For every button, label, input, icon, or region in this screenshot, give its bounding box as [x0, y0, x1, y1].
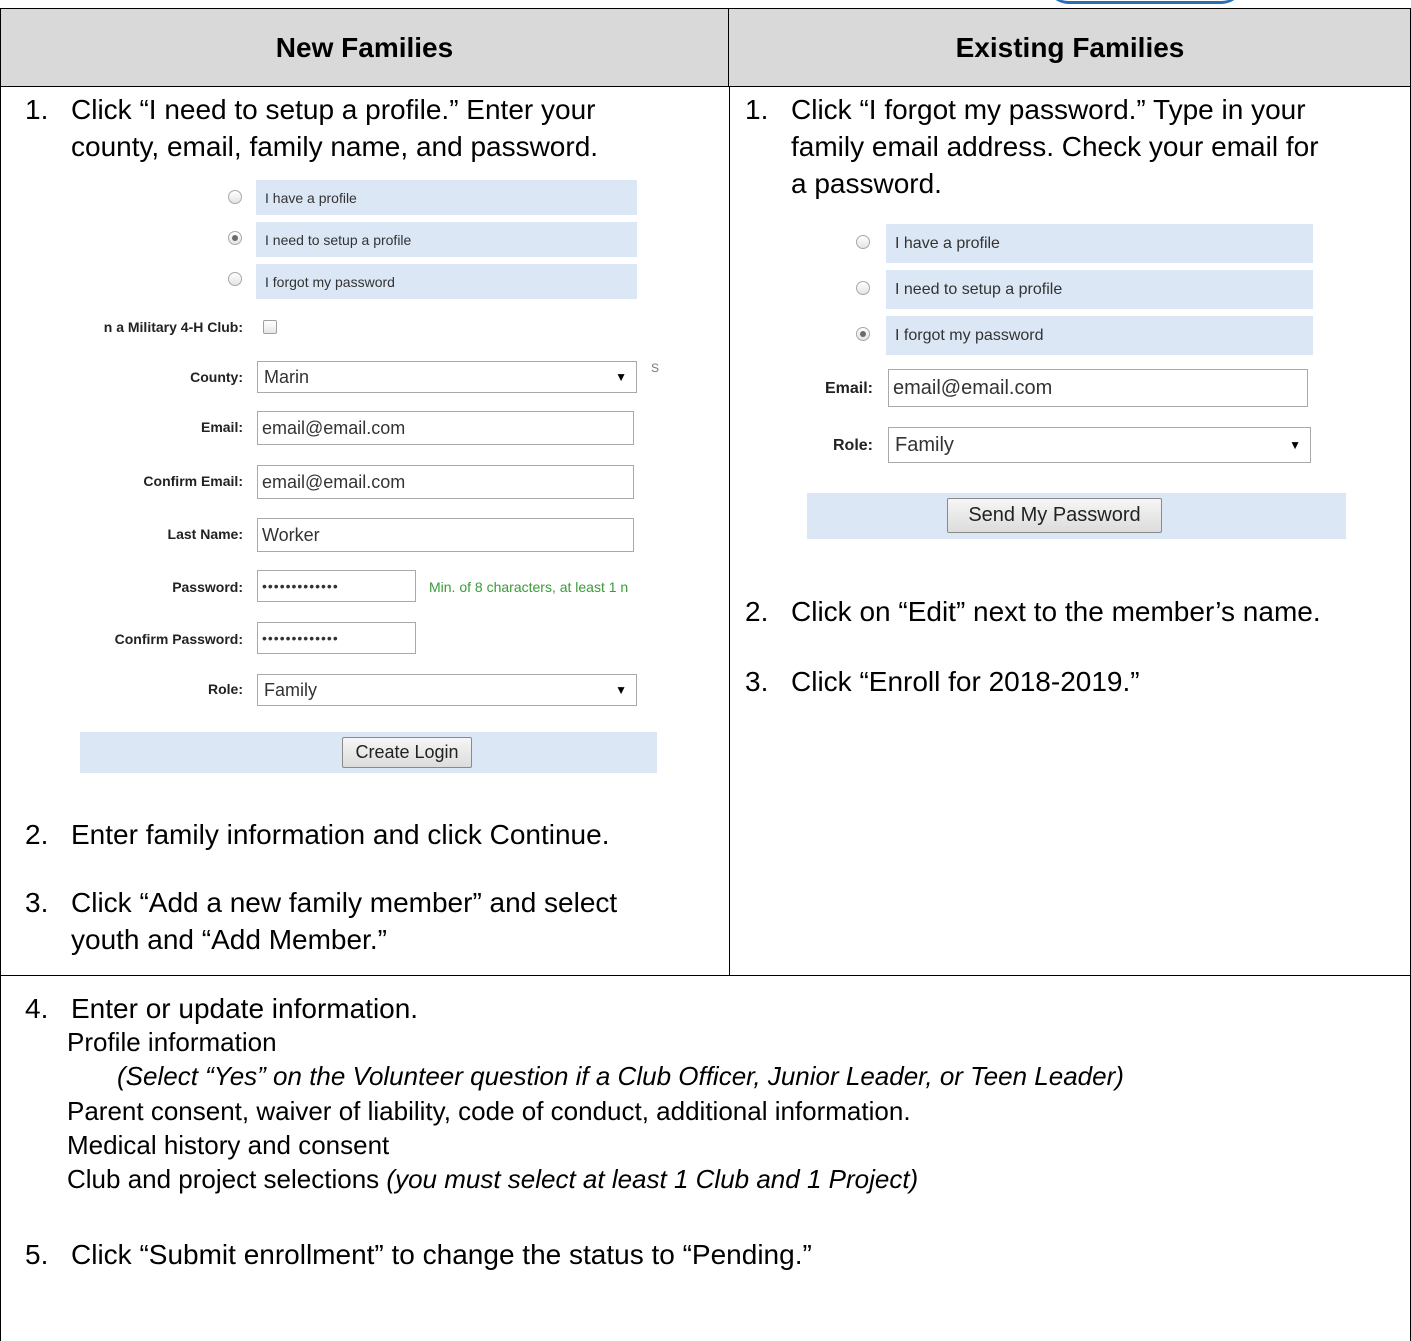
step-text: Click “Submit enrollment” to change the … [71, 1239, 812, 1270]
step-text: Click “I need to setup a profile.” Enter… [71, 91, 598, 165]
option-have-profile[interactable]: I have a profile [886, 224, 1313, 263]
step-number: 2. [745, 596, 769, 627]
role-label: Role: [833, 437, 873, 454]
password-field[interactable]: ••••••••••••• [257, 570, 416, 602]
step-text: Click “Add a new family member” and sele… [71, 884, 617, 958]
step-text: Click “I forgot my password.” Type in yo… [791, 91, 1319, 202]
step-number: 1. [25, 94, 49, 125]
military-club-checkbox[interactable] [263, 320, 277, 334]
shared-step-4: 4. Enter or update information. [25, 990, 1395, 1028]
step-text-line: Click “I need to setup a profile.” Enter… [71, 94, 596, 125]
step-text-line: Click “Add a new family member” and sele… [71, 887, 618, 918]
volunteer-note: (Select “Yes” on the Volunteer question … [117, 1061, 1124, 1091]
new-step-2: 2. Enter family information and click Co… [25, 816, 725, 856]
county-selected-value: Marin [264, 366, 310, 387]
club-selection-label: Club and project selections [67, 1164, 387, 1194]
dropdown-arrow-icon: ▼ [1289, 438, 1301, 452]
military-club-label: n a Military 4-H Club: [103, 319, 243, 335]
email-field[interactable]: email@email.com [888, 369, 1308, 407]
send-password-button[interactable]: Send My Password [947, 498, 1162, 533]
option-setup-profile[interactable]: I need to setup a profile [256, 222, 637, 257]
role-selected-value: Family [264, 679, 317, 700]
radio-have-profile[interactable] [228, 190, 242, 204]
last-name-label: Last Name: [167, 526, 243, 542]
step-text-line: county, email, family name, and password… [71, 131, 599, 162]
existing-step-3: 3. Click “Enroll for 2018-2019.” [745, 663, 1405, 703]
password-hint: Min. of 8 characters, at least 1 n [429, 579, 629, 595]
create-login-button[interactable]: Create Login [342, 737, 472, 768]
step-number: 3. [745, 666, 769, 697]
medical-text: Medical history and consent [67, 1130, 390, 1160]
step-text: Click on “Edit” next to the member’s nam… [791, 596, 1321, 627]
consent-text: Parent consent, waiver of liability, cod… [67, 1096, 911, 1126]
dropdown-arrow-icon: ▼ [615, 370, 627, 384]
table-header-row: New Families Existing Families [1, 9, 1410, 87]
county-select[interactable]: Marin ▼ [257, 361, 637, 393]
truncated-side-text: S [651, 361, 660, 375]
step-text: Enter or update information. [71, 993, 419, 1024]
new-step-1: 1. Click “I need to setup a profile.” En… [25, 91, 715, 171]
radio-forgot-password[interactable] [856, 327, 870, 341]
step-number: 4. [25, 993, 49, 1024]
radio-forgot-password[interactable] [228, 272, 242, 286]
confirm-email-label: Confirm Email: [143, 473, 243, 489]
profile-information-text: Profile information [67, 1027, 277, 1057]
role-select[interactable]: Family ▼ [888, 427, 1311, 463]
row-divider [1, 975, 1410, 976]
role-selected-value: Family [895, 433, 954, 456]
role-label: Role: [208, 681, 243, 697]
instructions-table: New Families Existing Families 1. Click … [0, 8, 1411, 1341]
email-label: Email: [200, 419, 243, 435]
step-text-line: family email address. Check your email f… [791, 131, 1319, 162]
confirm-password-field[interactable]: ••••••••••••• [257, 622, 416, 654]
last-name-field[interactable]: Worker [257, 518, 634, 552]
shared-step-5: 5. Click “Submit enrollment” to change t… [25, 1236, 1395, 1274]
step-text: Enter family information and click Conti… [71, 819, 610, 850]
option-setup-profile[interactable]: I need to setup a profile [886, 270, 1313, 309]
step-number: 3. [25, 887, 49, 918]
step-text-line: Click “I forgot my password.” Type in yo… [791, 94, 1306, 125]
email-label: Email: [824, 380, 873, 397]
role-select[interactable]: Family ▼ [257, 674, 637, 706]
existing-step-1: 1. Click “I forgot my password.” Type in… [745, 91, 1405, 211]
confirm-email-field[interactable]: email@email.com [257, 465, 634, 499]
existing-step-2: 2. Click on “Edit” next to the member’s … [745, 593, 1410, 633]
dropdown-arrow-icon: ▼ [615, 683, 627, 697]
header-ribbon-decoration [1045, 0, 1245, 4]
county-label: County: [190, 369, 243, 385]
radio-have-profile[interactable] [856, 235, 870, 249]
password-label: Password: [172, 579, 243, 595]
existing-families-heading: Existing Families [955, 32, 1185, 63]
column-divider [729, 87, 730, 976]
step-number: 5. [25, 1239, 49, 1270]
option-forgot-password[interactable]: I forgot my password [886, 316, 1313, 355]
step-text: Click “Enroll for 2018-2019.” [791, 666, 1140, 697]
new-step-3: 3. Click “Add a new family member” and s… [25, 884, 725, 964]
radio-setup-profile[interactable] [856, 281, 870, 295]
step-text-line: youth and “Add Member.” [71, 924, 387, 955]
option-have-profile[interactable]: I have a profile [256, 180, 637, 215]
radio-setup-profile[interactable] [228, 231, 242, 245]
option-forgot-password[interactable]: I forgot my password [256, 264, 637, 299]
new-families-heading: New Families [1, 9, 729, 87]
step-number: 2. [25, 819, 49, 850]
club-selection-text: Club and project selections (you must se… [67, 1164, 918, 1195]
email-field[interactable]: email@email.com [257, 411, 634, 445]
confirm-password-label: Confirm Password: [114, 631, 243, 647]
club-selection-note: (you must select at least 1 Club and 1 P… [386, 1164, 919, 1194]
step-number: 1. [745, 94, 769, 125]
step-text-line: a password. [791, 168, 942, 199]
